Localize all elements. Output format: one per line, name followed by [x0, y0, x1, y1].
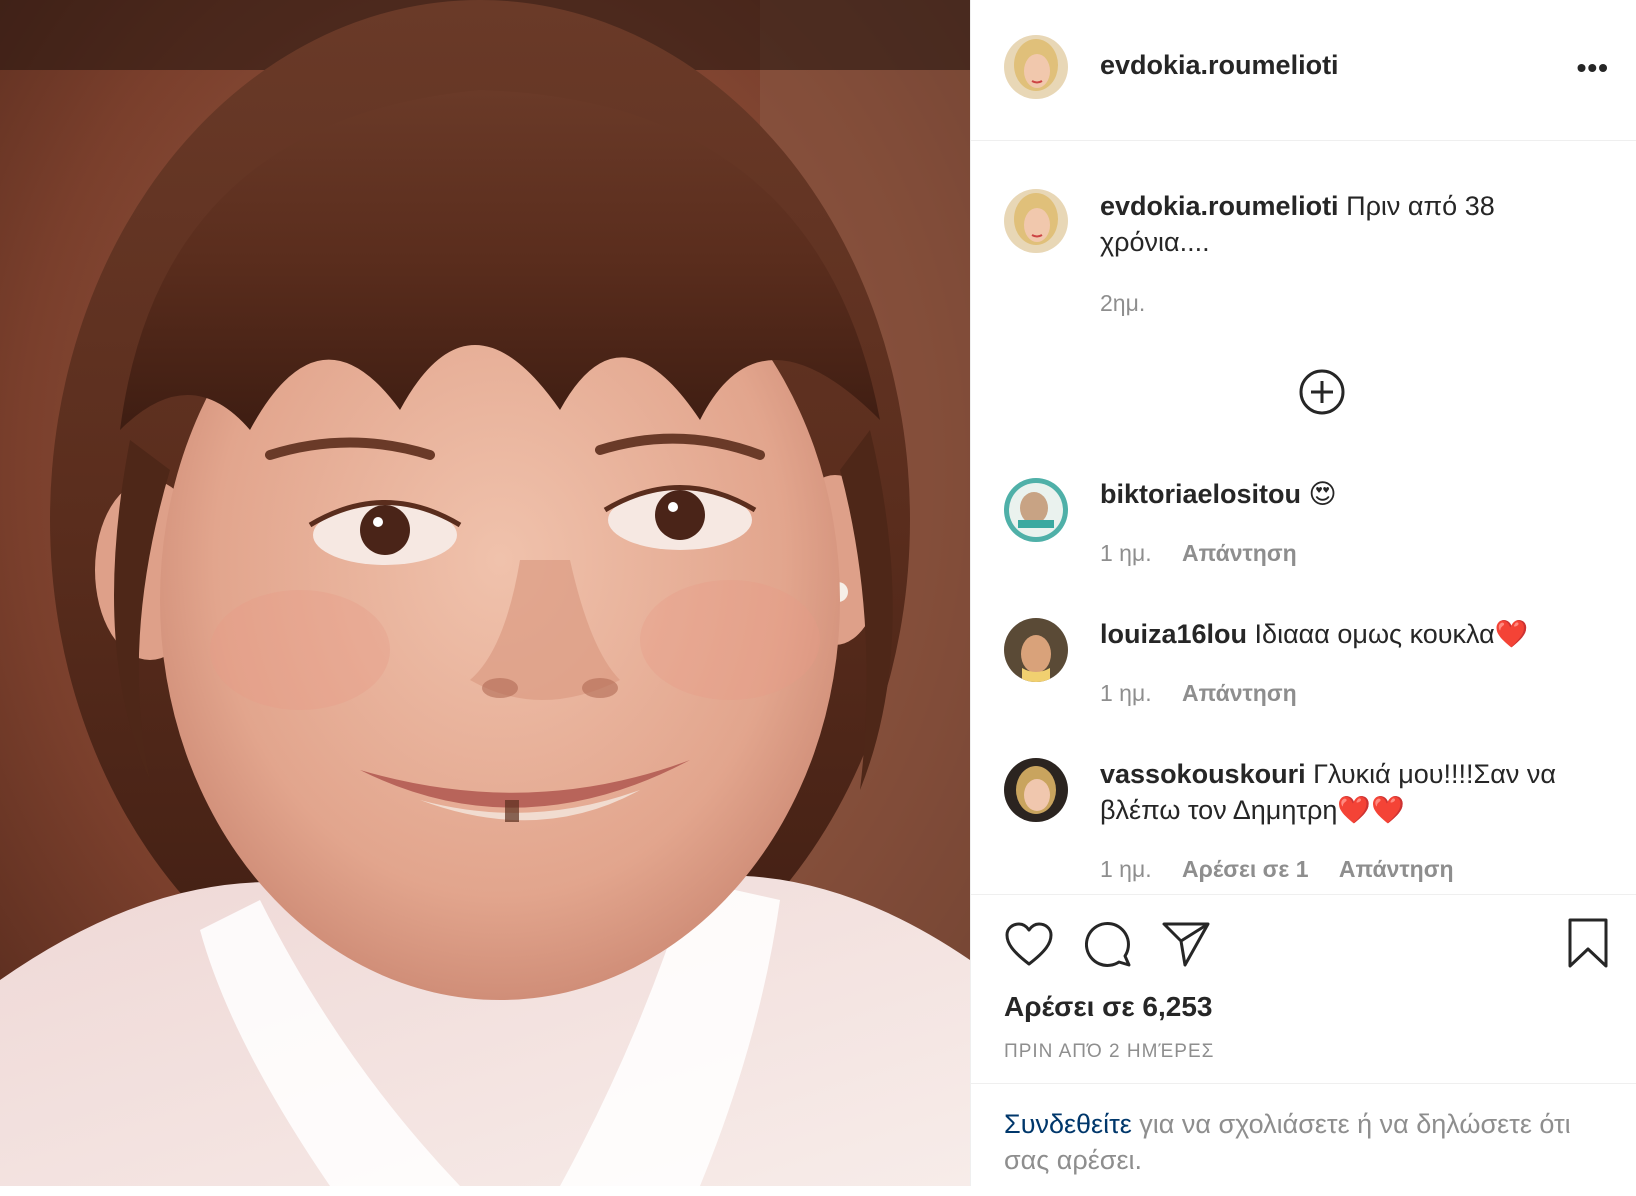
login-link[interactable]: Συνδεθείτε: [1004, 1109, 1132, 1139]
comment-text: 😍: [1308, 479, 1337, 509]
caption-username[interactable]: evdokia.roumelioti: [1100, 191, 1339, 221]
post-photo[interactable]: [0, 0, 970, 1186]
bookmark-icon[interactable]: [1567, 917, 1609, 974]
caption-meta: 2ημ.: [1100, 290, 1169, 317]
author-avatar[interactable]: [1004, 35, 1068, 99]
caption: evdokia.roumelioti Πριν από 38 χρόνια...…: [1100, 188, 1600, 260]
comment-age[interactable]: 1 ημ.: [1100, 856, 1152, 882]
comment: vassokouskouri Γλυκιά μου!!!!Σαν να βλέπ…: [1100, 756, 1600, 828]
author-username[interactable]: evdokia.roumelioti: [1100, 50, 1339, 81]
comment: louiza16lou Ιδιααα ομως κουκλα❤️: [1100, 616, 1600, 652]
post-header: evdokia.roumelioti •••: [971, 0, 1636, 141]
heart-icon[interactable]: [1004, 921, 1054, 972]
more-options-icon[interactable]: •••: [1577, 52, 1609, 84]
share-icon[interactable]: [1161, 919, 1211, 974]
comment-meta: 1 ημ. Απάντηση: [1100, 540, 1321, 567]
caption-avatar[interactable]: [1004, 189, 1068, 253]
comment-username[interactable]: biktoriaelositou: [1100, 479, 1301, 509]
comment-age[interactable]: 1 ημ.: [1100, 540, 1152, 566]
comment-meta: 1 ημ. Αρέσει σε 1 Απάντηση: [1100, 856, 1478, 883]
comment-age[interactable]: 1 ημ.: [1100, 680, 1152, 706]
instagram-post-view: evdokia.roumelioti ••• evdokia.roumeliot…: [0, 0, 1636, 1186]
commenter-avatar[interactable]: [1004, 478, 1068, 542]
plus-circle-icon[interactable]: [1298, 368, 1346, 416]
post-actions: Αρέσει σε 6,253 ΠΡΙΝ ΑΠΌ 2 ΗΜΈΡΕΣ Συνδεθ…: [971, 894, 1636, 1196]
post-time[interactable]: ΠΡΙΝ ΑΠΌ 2 ΗΜΈΡΕΣ: [1004, 1041, 1214, 1063]
commenter-avatar[interactable]: [1004, 758, 1068, 822]
caption-age[interactable]: 2ημ.: [1100, 290, 1145, 316]
comment-text: Ιδιααα ομως κουκλα❤️: [1254, 619, 1529, 649]
reply-button[interactable]: Απάντηση: [1339, 856, 1454, 882]
post-sidebar: evdokia.roumelioti ••• evdokia.roumeliot…: [970, 0, 1636, 1186]
commenter-avatar[interactable]: [1004, 618, 1068, 682]
likes-count[interactable]: Αρέσει σε 6,253: [1004, 991, 1212, 1023]
comment-likes-button[interactable]: Αρέσει σε 1: [1182, 856, 1308, 882]
reply-button[interactable]: Απάντηση: [1182, 680, 1297, 706]
comment-meta: 1 ημ. Απάντηση: [1100, 680, 1321, 707]
login-prompt: Συνδεθείτε για να σχολιάσετε ή να δηλώσε…: [971, 1083, 1636, 1178]
comment-username[interactable]: louiza16lou: [1100, 619, 1247, 649]
reply-button[interactable]: Απάντηση: [1182, 540, 1297, 566]
comment-username[interactable]: vassokouskouri: [1100, 759, 1306, 789]
comment: biktoriaelositou 😍: [1100, 476, 1600, 512]
comment-icon[interactable]: [1083, 919, 1133, 974]
